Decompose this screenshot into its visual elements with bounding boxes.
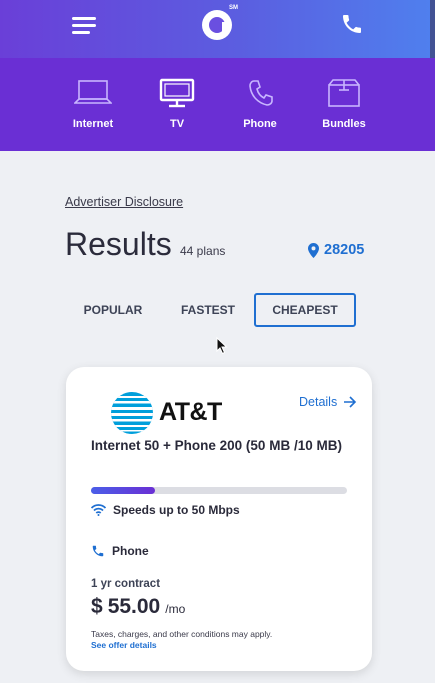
nav-item-tv[interactable]: TV	[142, 78, 212, 130]
phone-icon	[249, 80, 273, 106]
phone-icon[interactable]	[340, 12, 364, 36]
phone-text: Phone	[112, 544, 149, 558]
tab-cheapest[interactable]: CHEAPEST	[254, 293, 356, 327]
zip-code: 28205	[324, 242, 365, 258]
nav-item-label: Phone	[243, 118, 277, 130]
arrow-right-icon	[344, 396, 357, 408]
nav-item-bundles[interactable]: Bundles	[309, 78, 379, 130]
provider-name: AT&T	[159, 398, 222, 426]
see-offer-details-link[interactable]: See offer details	[91, 640, 157, 650]
nav-item-label: Bundles	[322, 118, 366, 130]
box-icon	[328, 79, 360, 107]
price-currency: $	[91, 595, 103, 618]
price-period: /mo	[165, 602, 186, 616]
tab-fastest[interactable]: FASTEST	[175, 293, 241, 327]
wifi-icon	[91, 504, 106, 516]
results-title: Results	[65, 226, 172, 262]
laptop-icon	[74, 80, 112, 104]
plan-name: Internet 50 + Phone 200 (50 MB /10 MB)	[91, 438, 342, 453]
nav-item-phone[interactable]: Phone	[225, 78, 295, 130]
details-label: Details	[299, 395, 338, 409]
nav-item-label: Internet	[72, 118, 114, 130]
tv-icon	[159, 78, 195, 108]
price: $ 55.00 /mo	[91, 595, 185, 619]
location-pin-icon	[308, 242, 319, 258]
nav-item-label: TV	[169, 118, 185, 130]
speed-bar-fill	[91, 487, 155, 494]
hamburger-menu-icon[interactable]	[72, 15, 98, 35]
logo-mark: SM	[229, 5, 238, 11]
brand-logo-icon[interactable]: SM	[200, 5, 240, 41]
phone-icon	[92, 545, 104, 557]
mouse-cursor-icon	[216, 337, 228, 355]
plan-count: 44 plans	[180, 244, 226, 258]
tab-popular[interactable]: POPULAR	[80, 293, 146, 327]
speed-bar	[91, 487, 347, 494]
price-amount: 55.00	[107, 595, 161, 618]
phone-feature: Phone	[91, 544, 149, 558]
category-nav: Internet TV Phone Bundles	[0, 58, 435, 151]
nav-item-internet[interactable]: Internet	[58, 78, 128, 130]
plan-card[interactable]: AT&T Details Internet 50 + Phone 200 (50…	[66, 367, 372, 671]
details-link[interactable]: Details	[299, 395, 357, 409]
top-bar: SM	[0, 0, 435, 58]
advertiser-disclosure-link[interactable]: Advertiser Disclosure	[65, 195, 183, 209]
zip-code-button[interactable]: 28205	[308, 242, 364, 258]
speed-text: Speeds up to 50 Mbps	[113, 503, 240, 517]
speed-feature: Speeds up to 50 Mbps	[91, 503, 240, 517]
att-globe-logo-icon	[111, 392, 153, 434]
price-disclaimer: Taxes, charges, and other conditions may…	[91, 629, 273, 639]
contract-length: 1 yr contract	[91, 578, 161, 590]
